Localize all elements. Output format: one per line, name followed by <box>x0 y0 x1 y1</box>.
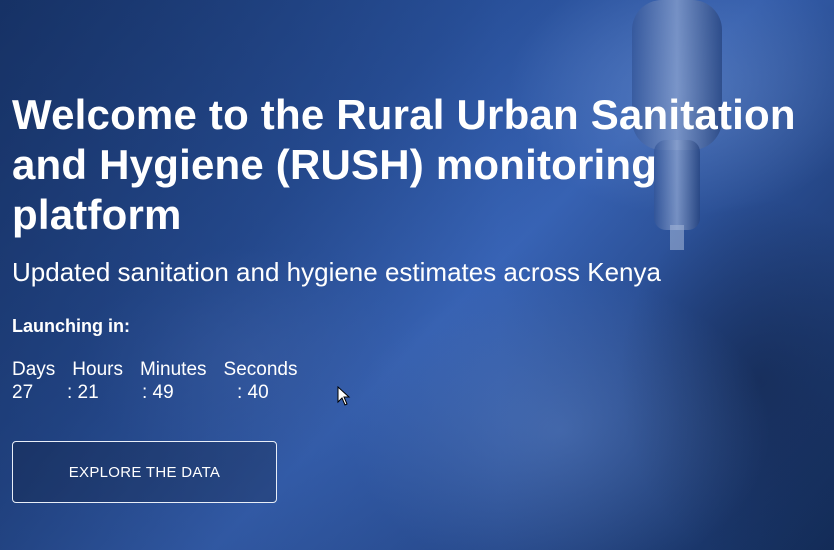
explore-data-button[interactable]: EXPLORE THE DATA <box>12 441 277 503</box>
hero-content: Welcome to the Rural Urban Sanitation an… <box>12 90 812 288</box>
countdown-values: 27 : 21 : 49 : 40 <box>12 381 314 404</box>
countdown-timer: Days Hours Minutes Seconds 27 : 21 : 49 … <box>12 358 314 404</box>
explore-data-label: EXPLORE THE DATA <box>68 463 221 481</box>
minutes-value: : 49 <box>142 382 174 403</box>
days-label: Days <box>12 359 56 380</box>
page-subtitle: Updated sanitation and hygiene estimates… <box>12 257 661 287</box>
days-value: 27 <box>12 382 34 403</box>
countdown-labels: Days Hours Minutes Seconds <box>12 358 314 381</box>
mouse-pointer-icon <box>337 386 351 406</box>
seconds-value: : 40 <box>237 382 269 403</box>
hours-label: Hours <box>72 359 123 380</box>
page-title: Welcome to the Rural Urban Sanitation an… <box>12 91 796 238</box>
minutes-label: Minutes <box>139 359 207 380</box>
launch-label: Launching in: <box>12 316 130 336</box>
hours-value: : 21 <box>67 382 99 403</box>
seconds-label: Seconds <box>223 359 298 380</box>
